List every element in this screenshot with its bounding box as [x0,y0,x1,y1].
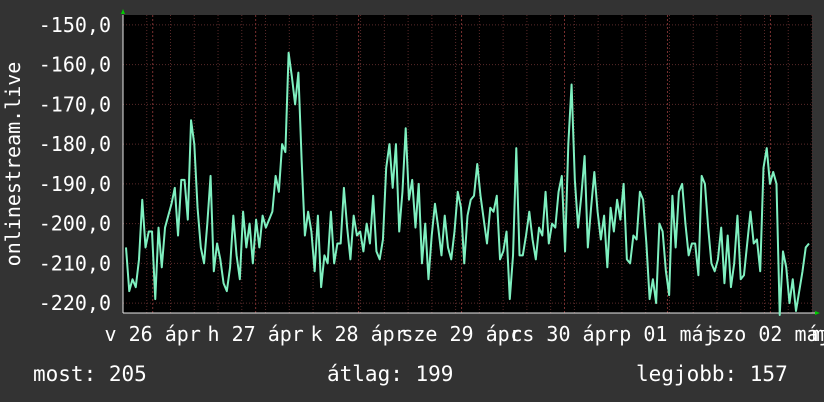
chart: -150,0 -160,0 -170,0 -180,0 -190,0 -200,0 -210… [0,0,824,360]
chart-svg: -150,0 -160,0 -170,0 -180,0 -190,0 -200,0 -210… [1,9,824,346]
y-axis-arrow-icon [121,9,125,14]
x-axis-arrow-icon [815,311,820,315]
y-tick-label: -170,0 [39,92,111,116]
x-tick-label: p 01 máj [619,322,715,346]
y-tick-label: -190,0 [39,172,111,196]
stat-best: legjobb: 157 [636,362,788,386]
x-tick-label: k 28 ápr [310,322,406,346]
y-tick-label: -220,0 [39,291,111,315]
plot-area [123,15,812,313]
x-tick-label: cs 30 ápr [510,322,618,346]
x-tick-label-overflow: m [812,322,824,346]
y-tick-label: -150,0 [39,13,111,37]
y-tick-label: -180,0 [39,132,111,156]
x-tick-label: v 26 ápr [105,322,201,346]
stat-current: most: 205 [33,362,147,386]
x-tick-label: sze 29 ápr [401,322,521,346]
x-tick-label: szo 02 máj [710,322,824,346]
stat-average: átlag: 199 [327,362,454,386]
y-tick-label: -210,0 [39,251,111,275]
y-axis-label: onlinestream.live [1,62,25,267]
y-tick-label: -160,0 [39,53,111,77]
y-tick-label: -200,0 [39,212,111,236]
x-tick-label: h 27 ápr [207,322,303,346]
